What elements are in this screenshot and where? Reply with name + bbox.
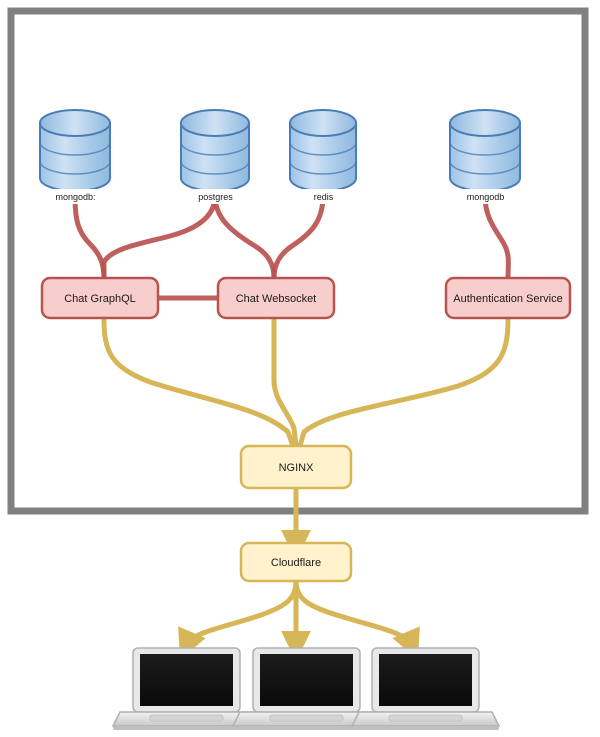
gateway-node-nginx[interactable]: NGINX [239,444,353,490]
database-label-mongodb-auth: mongodb [467,192,505,202]
database-label-mongodb-chat: mongodb: [55,192,95,202]
node-layer: mongodb: postgres redis mongodb Chat Gra… [39,109,572,730]
database-label-redis: redis [314,192,334,202]
service-node-chat-websocket[interactable]: Chat Websocket [216,276,336,320]
database-label-postgres: postgres [198,192,233,202]
database-cylinder-icon [39,109,111,192]
gateway-label-cloudflare: Cloudflare [271,557,321,569]
database-cylinder-icon [289,109,357,192]
database-cylinder-icon [449,109,521,192]
service-label-chat-websocket: Chat Websocket [236,293,317,305]
gateway-node-cloudflare[interactable]: Cloudflare [239,541,353,583]
service-label-chat-graphql: Chat GraphQL [64,293,136,305]
diagram-canvas: mongodb: postgres redis mongodb Chat Gra… [0,0,600,737]
client-node-3[interactable] [350,647,501,730]
service-node-authentication[interactable]: Authentication Service [444,276,572,320]
service-label-authentication: Authentication Service [453,293,562,305]
database-node-redis[interactable]: redis [289,109,357,204]
database-node-mongodb-auth[interactable]: mongodb [449,109,521,204]
database-node-mongodb-chat[interactable]: mongodb: [39,109,111,204]
database-cylinder-icon [180,109,250,192]
laptop-icon [350,647,501,730]
service-node-chat-graphql[interactable]: Chat GraphQL [40,276,160,320]
gateway-label-nginx: NGINX [279,462,315,474]
database-node-postgres[interactable]: postgres [180,109,250,204]
